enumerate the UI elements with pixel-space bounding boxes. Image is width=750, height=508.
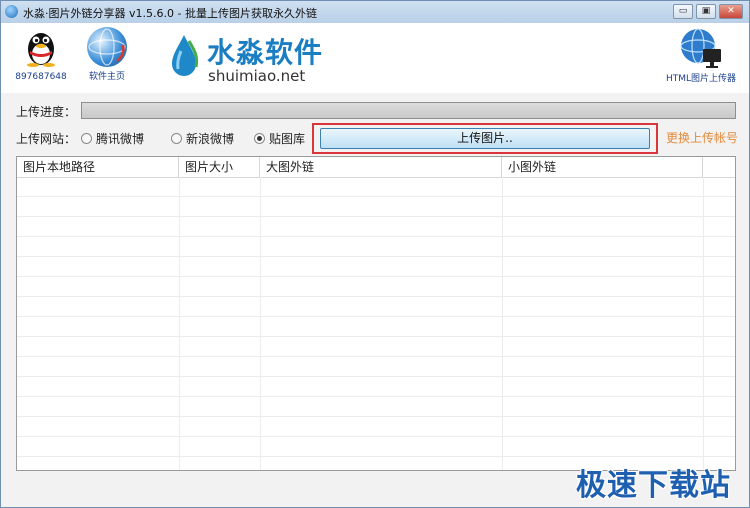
column-divider	[703, 177, 704, 470]
radio-label: 贴图库	[269, 132, 306, 146]
qq-link[interactable]: 897687648	[13, 27, 69, 82]
radio-sina-weibo[interactable]: 新浪微博	[171, 130, 234, 146]
homepage-caption: 软件主页	[88, 72, 125, 82]
watermark-text: 极速下载站	[576, 468, 731, 503]
upload-results-table[interactable]: 图片本地路径 图片大小 大图外链 小图外链	[16, 156, 736, 471]
radio-dot	[254, 133, 265, 144]
globe-monitor-icon	[679, 27, 723, 69]
table-row	[17, 257, 735, 277]
table-row	[17, 377, 735, 397]
column-local-path[interactable]: 图片本地路径	[17, 157, 179, 177]
homepage-link[interactable]: 软件主页	[77, 27, 137, 82]
close-button[interactable]: ✕	[719, 4, 743, 19]
html-uploader-caption: HTML图片上传器	[665, 74, 737, 84]
upload-progress-bar	[81, 102, 736, 119]
column-small-link[interactable]: 小图外链	[502, 157, 703, 177]
table-row	[17, 277, 735, 297]
header-banner: 897687648 软件主页 水淼软件 shuimiao.net HTML图片上…	[1, 23, 749, 93]
globe-icon	[87, 27, 127, 67]
table-row	[17, 437, 735, 457]
water-drop-icon	[172, 35, 199, 76]
column-divider	[502, 177, 503, 470]
main-window: 水淼·图片外链分享器 v1.5.6.0 - 批量上传图片获取永久外链 ▭ ▣ ✕…	[0, 0, 750, 508]
html-uploader-link[interactable]: HTML图片上传器	[665, 27, 737, 84]
minimize-button[interactable]: ▭	[673, 4, 693, 19]
site-label: 上传网站：	[16, 132, 77, 146]
table-row	[17, 197, 735, 217]
logo-chinese: 水淼软件	[207, 36, 324, 69]
logo-english: shuimiao.net	[208, 67, 306, 85]
title-bar[interactable]: 水淼·图片外链分享器 v1.5.6.0 - 批量上传图片获取永久外链 ▭ ▣ ✕	[1, 1, 749, 24]
radio-tietuku[interactable]: 贴图库	[254, 130, 305, 146]
table-row	[17, 337, 735, 357]
window-title: 水淼·图片外链分享器 v1.5.6.0 - 批量上传图片获取永久外链	[23, 7, 317, 20]
qq-number: 897687648	[15, 72, 67, 82]
column-divider	[179, 177, 180, 470]
table-row	[17, 317, 735, 337]
radio-dot	[81, 133, 92, 144]
column-size[interactable]: 图片大小	[179, 157, 260, 177]
qq-penguin-icon	[27, 33, 55, 67]
upload-images-button[interactable]: 上传图片..	[320, 128, 650, 149]
table-row	[17, 237, 735, 257]
table-row	[17, 177, 735, 197]
progress-label: 上传进度：	[16, 105, 77, 119]
radio-label: 新浪微博	[186, 132, 235, 146]
column-large-link[interactable]: 大图外链	[260, 157, 502, 177]
table-row	[17, 417, 735, 437]
upload-button-highlight: 上传图片..	[312, 123, 658, 154]
radio-tencent-weibo[interactable]: 腾讯微博	[81, 130, 144, 146]
radio-label: 腾讯微博	[96, 132, 145, 146]
app-icon	[5, 5, 18, 18]
table-row	[17, 217, 735, 237]
table-row	[17, 397, 735, 417]
radio-dot	[171, 133, 182, 144]
table-header: 图片本地路径 图片大小 大图外链 小图外链	[17, 157, 735, 178]
table-row	[17, 297, 735, 317]
restore-button[interactable]: ▣	[696, 4, 716, 19]
change-account-link[interactable]: 更换上传帐号	[666, 129, 738, 146]
column-divider	[260, 177, 261, 470]
table-row	[17, 357, 735, 377]
